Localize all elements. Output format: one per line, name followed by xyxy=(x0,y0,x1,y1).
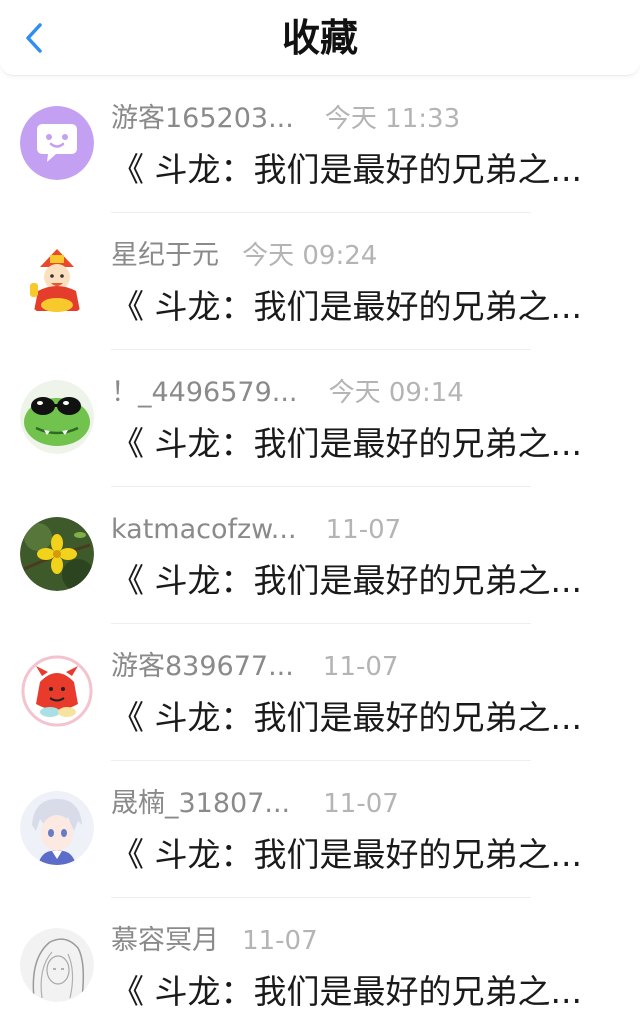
list-item[interactable]: katmacofzw... 11-07 《 斗龙：我们是最好的兄弟之... xyxy=(0,487,640,624)
post-title[interactable]: 《 斗龙：我们是最好的兄弟之... xyxy=(111,968,631,1016)
timestamp: 今天 11:33 xyxy=(324,104,461,134)
fortune-god-avatar-icon xyxy=(20,243,94,317)
username[interactable]: 游客839677... xyxy=(111,648,294,686)
username[interactable]: 星纪于元 xyxy=(111,237,219,275)
avatar[interactable] xyxy=(20,380,94,454)
username[interactable]: 慕容冥月 xyxy=(111,922,219,960)
avatar[interactable] xyxy=(20,654,94,728)
post-title[interactable]: 《 斗龙：我们是最好的兄弟之... xyxy=(111,146,631,194)
avatar[interactable] xyxy=(20,928,94,1002)
timestamp: 今天 09:14 xyxy=(328,378,464,408)
list-item[interactable]: 慕容冥月 11-07 《 斗龙：我们是最好的兄弟之... xyxy=(0,898,640,1035)
username[interactable]: katmacofzw... xyxy=(111,511,297,549)
sketch-girl-avatar-icon xyxy=(20,928,94,1002)
crocodile-sunglasses-avatar-icon xyxy=(20,380,94,454)
username[interactable]: 游客165203... xyxy=(111,100,294,138)
list-item[interactable]: 晟楠_31807... 11-07 《 斗龙：我们是最好的兄弟之... xyxy=(0,761,640,898)
post-title[interactable]: 《 斗龙：我们是最好的兄弟之... xyxy=(111,283,631,331)
username[interactable]: ！_4496579... xyxy=(111,374,298,412)
avatar[interactable] xyxy=(20,243,94,317)
list-item[interactable]: ！_4496579... 今天 09:14 《 斗龙：我们是最好的兄弟之... xyxy=(0,350,640,487)
timestamp: 11-07 xyxy=(325,515,402,545)
list-item[interactable]: 游客165203... 今天 11:33 《 斗龙：我们是最好的兄弟之... xyxy=(0,76,640,213)
red-monster-avatar-icon xyxy=(20,654,94,728)
avatar[interactable] xyxy=(20,517,94,591)
post-title[interactable]: 《 斗龙：我们是最好的兄弟之... xyxy=(111,557,631,605)
timestamp: 11-07 xyxy=(323,789,399,819)
avatar[interactable] xyxy=(20,791,94,865)
list-item[interactable]: 游客839677... 11-07 《 斗龙：我们是最好的兄弟之... xyxy=(0,624,640,761)
timestamp: 11-07 xyxy=(322,652,399,682)
username[interactable]: 晟楠_31807... xyxy=(111,785,290,823)
yellow-flower-avatar-icon xyxy=(20,517,94,591)
favorites-list: 游客165203... 今天 11:33 《 斗龙：我们是最好的兄弟之... 星… xyxy=(0,76,640,1035)
anime-boy-avatar-icon xyxy=(20,791,94,865)
page-title: 收藏 xyxy=(281,16,358,60)
list-item[interactable]: 星纪于元 今天 09:24 《 斗龙：我们是最好的兄弟之... xyxy=(0,213,640,350)
top-navigation-bar: 收藏 xyxy=(0,0,640,76)
post-title[interactable]: 《 斗龙：我们是最好的兄弟之... xyxy=(111,420,631,468)
avatar[interactable] xyxy=(20,106,94,180)
timestamp: 11-07 xyxy=(242,926,318,956)
post-title[interactable]: 《 斗龙：我们是最好的兄弟之... xyxy=(111,694,631,742)
chat-bubble-avatar-icon xyxy=(20,106,94,180)
timestamp: 今天 09:24 xyxy=(242,241,378,271)
post-title[interactable]: 《 斗龙：我们是最好的兄弟之... xyxy=(111,831,631,879)
